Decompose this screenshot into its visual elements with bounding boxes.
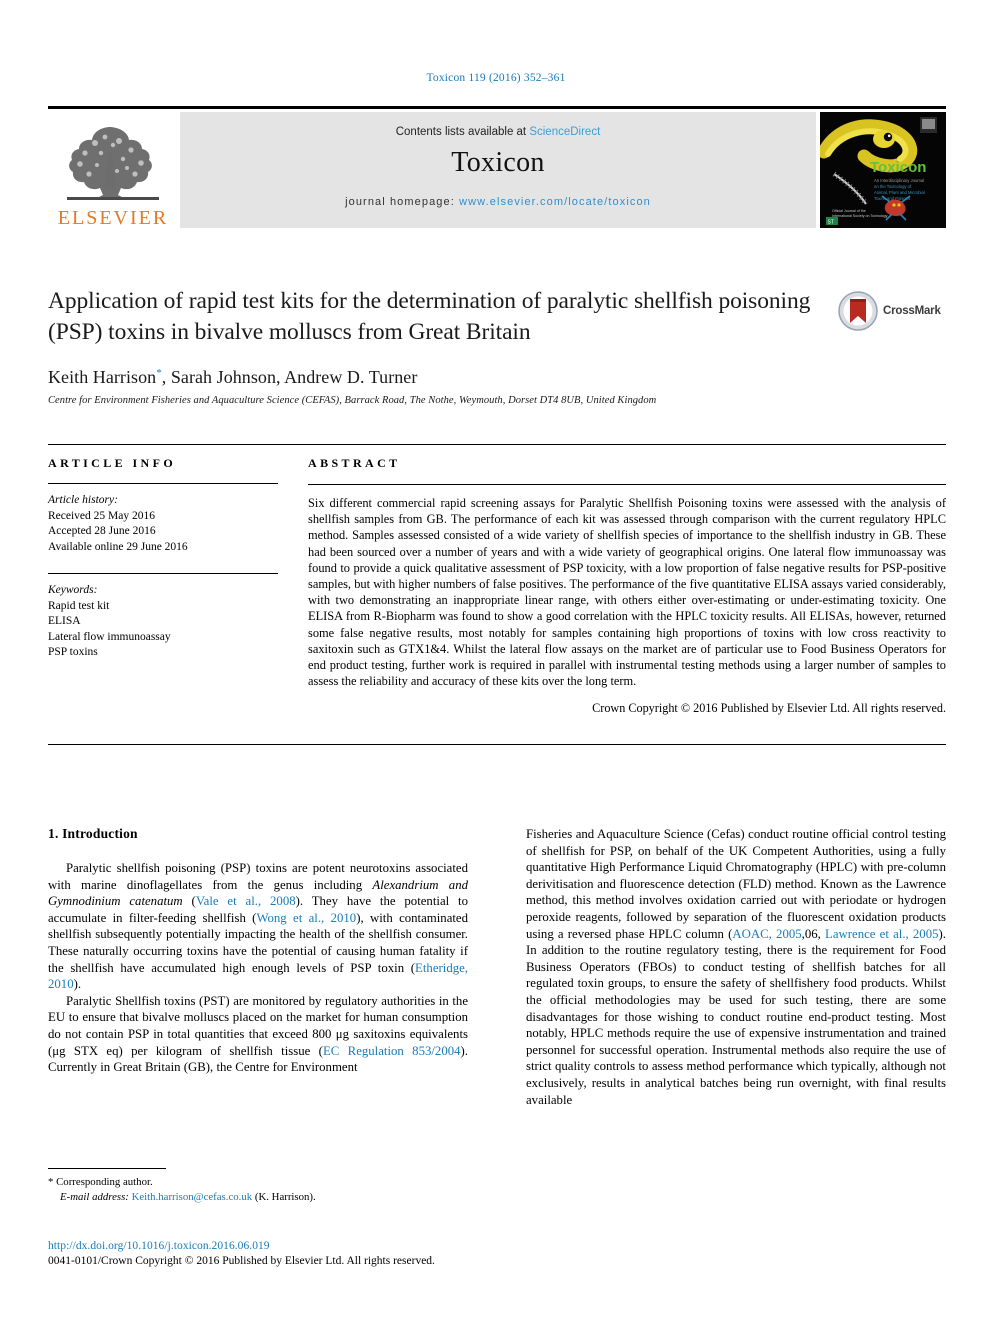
crossmark-icon (838, 291, 878, 331)
masthead-top-rule (48, 106, 946, 109)
keyword-item: Lateral flow immunoassay (48, 630, 171, 643)
history-online: Available online 29 June 2016 (48, 540, 188, 553)
body-column-left: 1. Introduction Paralytic shellfish pois… (48, 826, 468, 1076)
info-bottom-rule (48, 744, 946, 745)
journal-masthead: ELSEVIER Contents lists available at Sci… (48, 106, 946, 230)
svg-text:International Society on Toxin: International Society on Toxinology (832, 214, 888, 218)
svg-text:An Interdisciplinary Journal: An Interdisciplinary Journal (874, 178, 924, 183)
issn-copyright-line: 0041-0101/Crown Copyright © 2016 Publish… (48, 1255, 435, 1267)
contents-prefix: Contents lists available at (395, 126, 530, 138)
keywords-label: Keywords: (48, 584, 98, 596)
journal-cover-image: Toxicon An Interdisciplinary Journal on … (820, 112, 946, 228)
section-heading-introduction: 1. Introduction (48, 826, 138, 841)
footnote-rule (48, 1168, 166, 1169)
abstract-heading: ABSTRACT (308, 456, 401, 470)
journal-homepage-link[interactable]: www.elsevier.com/locate/toxicon (459, 196, 651, 208)
intro-paragraph-3: Fisheries and Aquaculture Science (Cefas… (526, 826, 946, 1108)
page-title: Application of rapid test kits for the d… (48, 288, 811, 345)
intro-p3-b: ,06, (801, 926, 826, 941)
footnote-marker: * (48, 1176, 54, 1188)
citation-link[interactable]: Vale et al., 2008 (196, 894, 296, 908)
abstract-copyright: Crown Copyright © 2016 Published by Else… (592, 701, 946, 716)
svg-text:Official Journal of the: Official Journal of the (832, 209, 866, 213)
running-head: Toxicon 119 (2016) 352–361 (426, 72, 566, 84)
article-info-rule (48, 483, 278, 484)
email-label: E-mail address: (60, 1190, 129, 1203)
contents-available-line: Contents lists available at ScienceDirec… (180, 112, 816, 138)
elsevier-logo: ELSEVIER (48, 112, 178, 228)
svg-text:ST: ST (828, 220, 834, 226)
corresponding-author-text: Corresponding author. (56, 1176, 153, 1188)
article-history-label: Article history: (48, 494, 118, 506)
article-info-column: ARTICLE INFO Article history: Received 2… (48, 444, 278, 661)
history-received: Received 25 May 2016 (48, 509, 155, 522)
citation-link[interactable]: EC Regulation 853/2004 (323, 1044, 461, 1058)
journal-cover-thumbnail[interactable]: Toxicon An Interdisciplinary Journal on … (820, 112, 946, 228)
article-history-block: Article history: Received 25 May 2016 Ac… (48, 493, 278, 555)
journal-homepage-line: journal homepage: www.elsevier.com/locat… (180, 196, 816, 208)
email-suffix: (K. Harrison). (254, 1190, 316, 1203)
body-column-right: Fisheries and Aquaculture Science (Cefas… (526, 826, 946, 1108)
keyword-item: Rapid test kit (48, 599, 110, 612)
footnote-block: * Corresponding author. E-mail address: … (48, 1168, 468, 1204)
citation-link[interactable]: AOAC, 2005 (732, 927, 801, 941)
affiliation: Centre for Environment Fisheries and Aqu… (48, 395, 657, 406)
crossmark-badge[interactable]: CrossMark (838, 288, 946, 334)
journal-title: Toxicon (451, 147, 545, 178)
intro-p1-d: ). (73, 977, 82, 992)
article-first-page: Toxicon 119 (2016) 352–361 ELSEVIER Cont… (0, 0, 992, 1323)
sciencedirect-link[interactable]: ScienceDirect (529, 126, 600, 138)
citation-link[interactable]: Lawrence et al., 2005 (825, 927, 938, 941)
keyword-item: PSP toxins (48, 646, 98, 658)
email-link[interactable]: Keith.harrison@cefas.co.uk (132, 1191, 253, 1203)
intro-p3-a: Fisheries and Aquaculture Science (Cefas… (526, 827, 946, 941)
citation-link[interactable]: Wong et al., 2010 (256, 911, 356, 925)
crossmark-label: CrossMark (883, 305, 941, 317)
svg-text:on the Toxinology of: on the Toxinology of (874, 184, 912, 189)
intro-paragraph-2: Paralytic Shellfish toxins (PST) are mon… (48, 993, 468, 1076)
history-accepted: Accepted 28 June 2016 (48, 525, 156, 537)
corresponding-author-line: * Corresponding author. (48, 1175, 468, 1190)
author-list: Keith Harrison*, Sarah Johnson, Andrew D… (48, 367, 418, 387)
intro-p3-c: ). In addition to the routine regulatory… (526, 926, 946, 1107)
elsevier-wordmark: ELSEVIER (57, 207, 169, 229)
email-line: E-mail address: Keith.harrison@cefas.co.… (48, 1190, 468, 1205)
svg-text:Animal, Plant and Microbial: Animal, Plant and Microbial (874, 190, 925, 195)
abstract-rule (308, 484, 946, 485)
corresponding-marker: * (156, 367, 162, 379)
homepage-prefix: journal homepage: (345, 196, 460, 208)
article-info-heading: ARTICLE INFO (48, 456, 177, 470)
title-block: Application of rapid test kits for the d… (48, 286, 946, 406)
keywords-rule (48, 573, 278, 574)
abstract-column: ABSTRACT Six different commercial rapid … (308, 444, 946, 716)
body-columns: 1. Introduction Paralytic shellfish pois… (48, 826, 946, 1226)
svg-text:Toxicon: Toxicon (870, 159, 926, 176)
contents-band: Contents lists available at ScienceDirec… (180, 112, 816, 228)
abstract-text: Six different commercial rapid screening… (308, 496, 946, 689)
keyword-item: ELISA (48, 615, 81, 627)
keywords-block: Keywords: Rapid test kit ELISA Lateral f… (48, 583, 278, 661)
intro-paragraph-1: Paralytic shellfish poisoning (PSP) toxi… (48, 861, 469, 992)
footer-block: http://dx.doi.org/10.1016/j.toxicon.2016… (48, 1240, 648, 1267)
doi-link[interactable]: http://dx.doi.org/10.1016/j.toxicon.2016… (48, 1240, 648, 1252)
elsevier-tree-icon (67, 127, 159, 200)
